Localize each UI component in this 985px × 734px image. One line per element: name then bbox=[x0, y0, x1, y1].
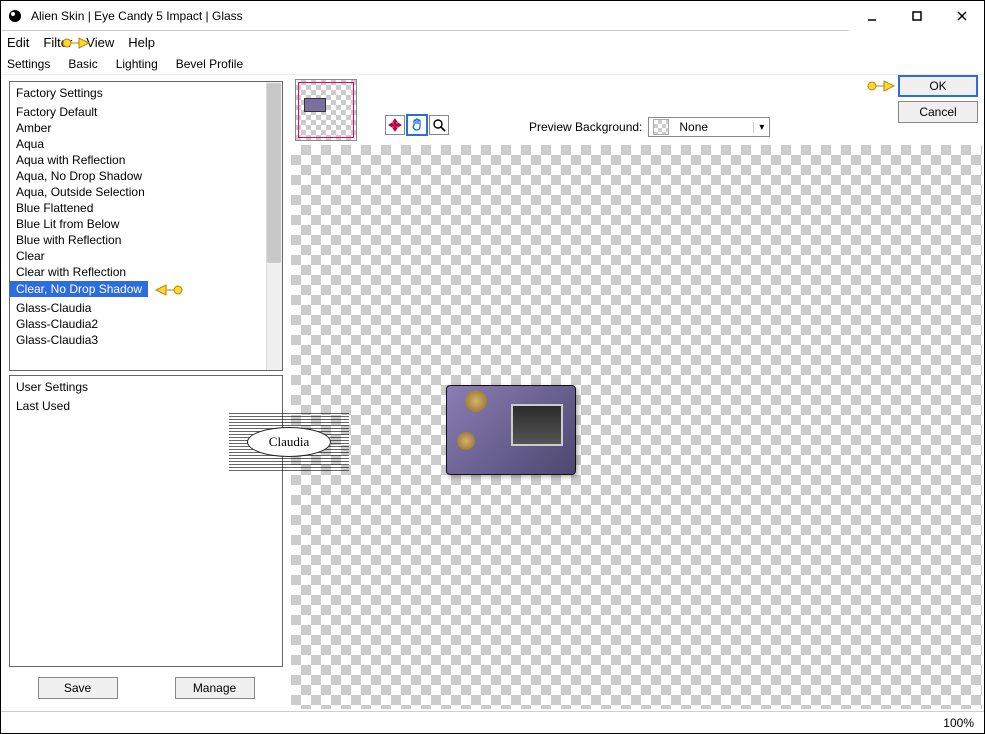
factory-list-item[interactable]: Blue with Reflection bbox=[10, 232, 282, 248]
factory-list-item[interactable]: Clear bbox=[10, 248, 282, 264]
window-title: Alien Skin | Eye Candy 5 Impact | Glass bbox=[29, 9, 849, 23]
zoom-level: 100% bbox=[943, 716, 974, 730]
close-button[interactable] bbox=[939, 1, 984, 31]
left-panel: Factory Settings Factory DefaultAmberAqu… bbox=[1, 75, 291, 711]
checker-swatch-icon bbox=[653, 119, 669, 135]
minimize-button[interactable] bbox=[849, 1, 894, 31]
ok-button[interactable]: OK bbox=[898, 75, 978, 97]
content-area: Factory Settings Factory DefaultAmberAqu… bbox=[1, 75, 984, 711]
menu-filter[interactable]: Filter bbox=[43, 35, 72, 50]
factory-list-item[interactable]: Clear with Reflection bbox=[10, 264, 282, 280]
app-icon bbox=[7, 8, 23, 24]
user-list-item[interactable]: Last Used bbox=[10, 398, 282, 414]
tab-lighting[interactable]: Lighting bbox=[116, 57, 158, 71]
menu-view[interactable]: View bbox=[86, 35, 114, 50]
tool-icons bbox=[385, 115, 449, 135]
factory-list-item[interactable]: Aqua, No Drop Shadow bbox=[10, 168, 282, 184]
preview-toolbar: Preview Background: None ▾ OK Cancel bbox=[291, 75, 984, 145]
tabbar: Settings Basic Lighting Bevel Profile bbox=[1, 53, 984, 75]
tutorial-pointer-icon bbox=[154, 280, 184, 300]
factory-list-item[interactable]: Clear, No Drop Shadow bbox=[10, 281, 148, 297]
menu-help[interactable]: Help bbox=[128, 35, 155, 50]
statusbar: 100% bbox=[1, 711, 984, 733]
factory-list-item[interactable]: Aqua with Reflection bbox=[10, 152, 282, 168]
factory-list-item[interactable]: Glass-Claudia2 bbox=[10, 316, 282, 332]
scrollbar-thumb[interactable] bbox=[267, 83, 281, 263]
tab-basic[interactable]: Basic bbox=[68, 57, 97, 71]
zoom-tool-icon[interactable] bbox=[429, 115, 449, 135]
scrollbar[interactable] bbox=[266, 82, 282, 370]
tutorial-pointer-icon bbox=[866, 76, 896, 96]
dialog-buttons: OK Cancel bbox=[898, 75, 978, 123]
chevron-down-icon: ▾ bbox=[753, 122, 769, 133]
preview-background-label: Preview Background: bbox=[529, 120, 642, 134]
factory-list-item[interactable]: Amber bbox=[10, 120, 282, 136]
preview-background-value: None bbox=[673, 120, 753, 134]
save-button[interactable]: Save bbox=[38, 677, 118, 699]
maximize-button[interactable] bbox=[894, 1, 939, 31]
factory-list-item[interactable]: Blue Lit from Below bbox=[10, 216, 282, 232]
right-panel: Preview Background: None ▾ OK Cancel bbox=[291, 75, 984, 711]
menubar: Edit Filter View Help bbox=[1, 31, 984, 53]
factory-settings-header: Factory Settings bbox=[10, 82, 282, 104]
factory-list-item[interactable]: Aqua bbox=[10, 136, 282, 152]
app-window: Alien Skin | Eye Candy 5 Impact | Glass … bbox=[0, 0, 985, 734]
tab-bevel-profile[interactable]: Bevel Profile bbox=[176, 57, 243, 71]
factory-list-item[interactable]: Aqua, Outside Selection bbox=[10, 184, 282, 200]
navigator-thumbnail[interactable] bbox=[295, 79, 357, 141]
tab-settings[interactable]: Settings bbox=[7, 57, 50, 71]
factory-list-item[interactable]: Glass-Claudia bbox=[10, 300, 282, 316]
user-settings-list[interactable]: User Settings Last Used bbox=[9, 375, 283, 667]
hand-tool-icon[interactable] bbox=[407, 115, 427, 135]
manage-button[interactable]: Manage bbox=[175, 677, 255, 699]
preview-canvas[interactable] bbox=[291, 145, 982, 709]
move-tool-icon[interactable] bbox=[385, 115, 405, 135]
factory-list-item[interactable]: Factory Default bbox=[10, 104, 282, 120]
factory-list-item[interactable]: Blue Flattened bbox=[10, 200, 282, 216]
user-settings-header: User Settings bbox=[10, 376, 282, 398]
factory-list-item[interactable]: Glass-Claudia3 bbox=[10, 332, 282, 348]
factory-settings-list[interactable]: Factory Settings Factory DefaultAmberAqu… bbox=[9, 81, 283, 371]
preview-background-combo[interactable]: None ▾ bbox=[648, 117, 770, 137]
menu-edit[interactable]: Edit bbox=[7, 35, 29, 50]
preview-image bbox=[446, 385, 576, 475]
window-controls bbox=[849, 1, 984, 31]
bottom-buttons: Save Manage bbox=[9, 667, 283, 705]
titlebar: Alien Skin | Eye Candy 5 Impact | Glass bbox=[1, 1, 984, 31]
cancel-button[interactable]: Cancel bbox=[898, 101, 978, 123]
preview-background-row: Preview Background: None ▾ bbox=[529, 117, 770, 137]
